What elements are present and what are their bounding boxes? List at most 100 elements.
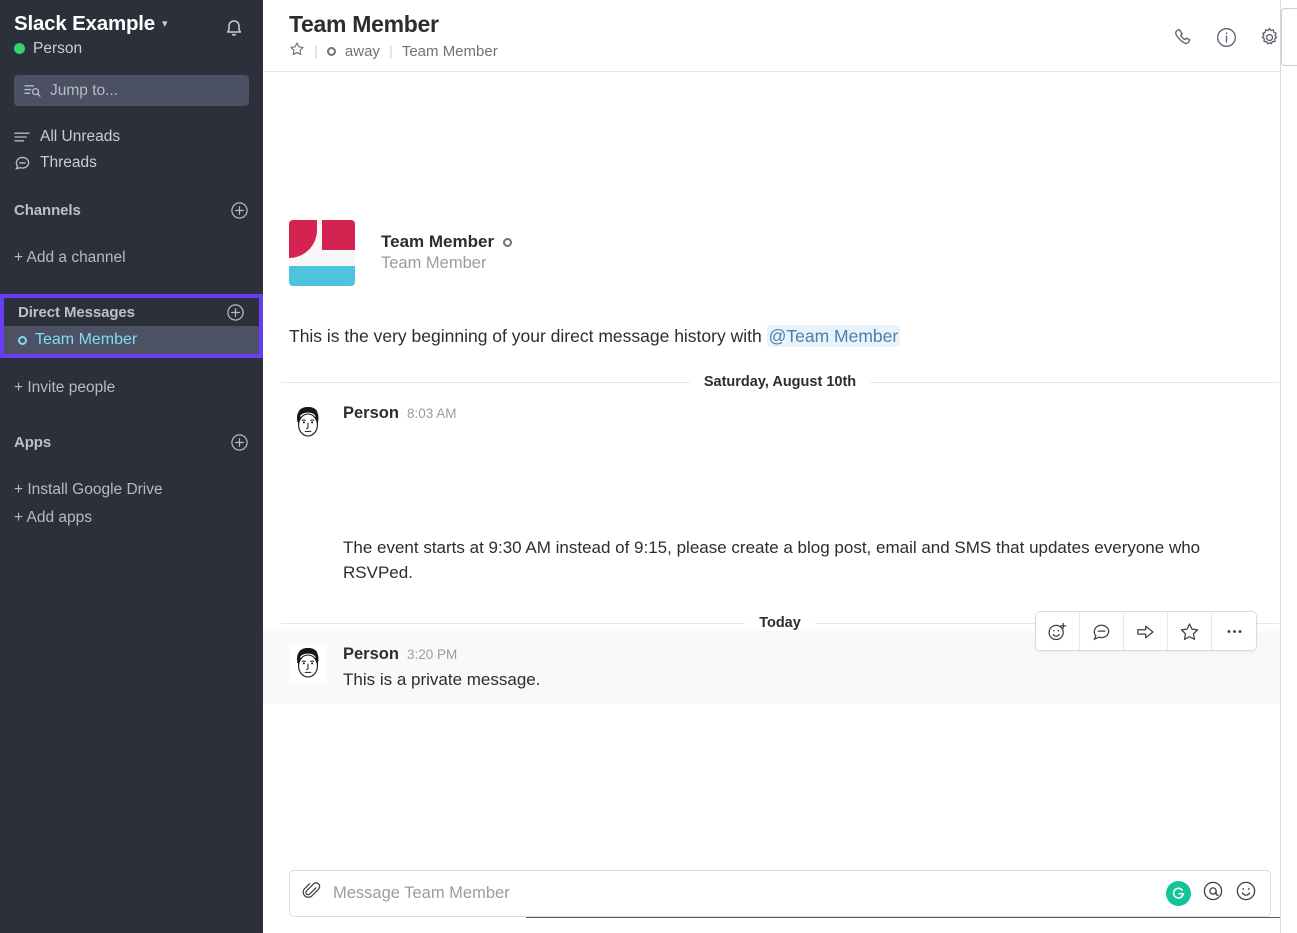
sidebar-item-label: All Unreads — [40, 128, 120, 146]
message-list[interactable]: Team Member Team Member This is the very… — [263, 72, 1297, 870]
team-member-avatar — [289, 220, 355, 286]
page-title: Team Member — [289, 10, 498, 38]
chevron-down-icon[interactable]: ▾ — [162, 12, 168, 36]
message-hover-toolbar — [1035, 611, 1257, 651]
main-panel: Team Member | away | Team Member — [263, 0, 1297, 933]
bell-icon[interactable] — [219, 14, 249, 44]
emoji-icon[interactable] — [1235, 880, 1257, 907]
conversation-subheader: | away | Team Member — [289, 41, 498, 61]
unreads-lines-icon — [14, 130, 31, 144]
header-separator: | — [389, 43, 393, 60]
member-full-name: Team Member — [402, 43, 498, 60]
date-divider: Saturday, August 10th — [281, 374, 1279, 390]
message-timestamp: 8:03 AM — [407, 406, 457, 421]
sidebar-nav: All Unreads Threads — [0, 124, 263, 176]
current-user-name: Person — [33, 39, 82, 58]
team-name: Slack Example — [14, 12, 155, 36]
message-meta: Person 8:03 AM — [343, 404, 1271, 423]
phone-icon[interactable] — [1172, 26, 1195, 54]
add-apps-label: + Add apps — [14, 509, 92, 527]
message-author[interactable]: Person — [343, 404, 399, 423]
right-panel-edge — [1280, 0, 1297, 933]
add-apps-button[interactable]: + Add apps — [0, 504, 263, 532]
invite-people-button[interactable]: + Invite people — [0, 374, 263, 402]
bottom-divider — [526, 917, 1280, 918]
header-separator: | — [314, 43, 318, 60]
intro-description-text: This is the very beginning of your direc… — [289, 326, 762, 346]
grammarly-icon[interactable] — [1166, 881, 1191, 906]
presence-status-label: away — [345, 43, 380, 60]
info-circle-icon[interactable] — [1215, 26, 1238, 54]
away-ring-icon — [327, 47, 336, 56]
channels-title: Channels — [14, 202, 81, 219]
add-a-channel-button[interactable]: + Add a channel — [0, 244, 263, 272]
message-text: The event starts at 9:30 AM instead of 9… — [343, 535, 1271, 585]
message-composer[interactable] — [289, 870, 1271, 917]
more-actions-icon[interactable] — [1212, 612, 1256, 650]
away-ring-icon — [503, 238, 512, 247]
composer-area — [263, 870, 1297, 933]
sidebar: Slack Example ▾ Person — [0, 0, 263, 933]
apps-section: Apps + Install Google Drive + Add apps — [0, 430, 263, 532]
message-author[interactable]: Person — [343, 645, 399, 664]
date-divider-label: Saturday, August 10th — [690, 374, 870, 390]
add-channel-plus-icon[interactable] — [230, 201, 249, 220]
sidebar-item-label: Threads — [40, 154, 97, 172]
conversation-header: Team Member | away | Team Member — [263, 0, 1297, 72]
intro-identity-text: Team Member Team Member — [381, 220, 512, 273]
message-input[interactable] — [333, 884, 1154, 903]
conversation-intro: Team Member Team Member This is the very… — [263, 72, 1297, 348]
start-thread-icon[interactable] — [1080, 612, 1124, 650]
threads-bubble-icon — [14, 155, 31, 171]
date-divider-label: Today — [745, 615, 815, 631]
message-text: This is a private message. — [343, 667, 1271, 692]
direct-messages-section-highlighted: Direct Messages Team Member — [0, 294, 263, 358]
message-body: Person 3:20 PM This is a private message… — [343, 645, 1271, 692]
search-placeholder: Jump to... — [50, 82, 118, 100]
direct-messages-title: Direct Messages — [18, 304, 135, 321]
message-body: Person 8:03 AM The event starts at 9:30 … — [343, 404, 1271, 585]
star-icon[interactable] — [289, 41, 305, 61]
share-message-icon[interactable] — [1124, 612, 1168, 650]
paperclip-icon[interactable] — [302, 880, 321, 907]
sidebar-item-team-member[interactable]: Team Member — [4, 326, 259, 354]
apps-header[interactable]: Apps — [0, 430, 263, 454]
mention-chip[interactable]: @Team Member — [767, 325, 901, 347]
search-input[interactable]: Jump to... — [14, 75, 249, 106]
message-row: Person 8:03 AM The event starts at 9:30 … — [263, 390, 1297, 585]
presence-online-dot-icon — [14, 43, 25, 54]
intro-identity-row: Team Member Team Member — [289, 220, 1271, 286]
intro-description: This is the very beginning of your direc… — [289, 324, 1271, 348]
sidebar-item-label: Team Member — [35, 331, 137, 349]
install-google-drive-label: + Install Google Drive — [14, 481, 163, 499]
composer-actions — [1166, 880, 1257, 907]
star-message-icon[interactable] — [1168, 612, 1212, 650]
sidebar-item-all-unreads[interactable]: All Unreads — [0, 124, 263, 150]
invite-people-label: + Invite people — [14, 379, 115, 397]
channels-header[interactable]: Channels — [0, 198, 263, 222]
person-face-avatar[interactable] — [289, 404, 327, 442]
add-direct-message-plus-icon[interactable] — [226, 303, 245, 322]
search-list-icon — [24, 83, 41, 98]
sidebar-item-threads[interactable]: Threads — [0, 150, 263, 176]
message-timestamp: 3:20 PM — [407, 647, 457, 662]
right-panel-tab[interactable] — [1281, 8, 1297, 66]
install-google-drive-button[interactable]: + Install Google Drive — [0, 476, 263, 504]
user-presence-row[interactable]: Person — [14, 39, 168, 58]
intro-username: Team Member — [381, 254, 512, 273]
message-row: Person 3:20 PM This is a private message… — [263, 631, 1297, 704]
add-a-channel-label: + Add a channel — [14, 249, 126, 267]
conversation-header-actions — [1172, 10, 1281, 54]
team-block[interactable]: Slack Example ▾ Person — [14, 12, 168, 58]
intro-display-name: Team Member — [381, 232, 494, 252]
add-reaction-icon[interactable] — [1036, 612, 1080, 650]
add-app-plus-icon[interactable] — [230, 433, 249, 452]
direct-messages-header[interactable]: Direct Messages — [4, 298, 259, 326]
slack-app-window: Slack Example ▾ Person — [0, 0, 1297, 933]
intro-name-row: Team Member — [381, 220, 512, 252]
at-mention-icon[interactable] — [1202, 880, 1224, 907]
team-name-row[interactable]: Slack Example ▾ — [14, 12, 168, 36]
team-header: Slack Example ▾ Person — [0, 6, 263, 58]
gear-icon[interactable] — [1258, 26, 1281, 54]
person-face-avatar[interactable] — [289, 645, 327, 683]
